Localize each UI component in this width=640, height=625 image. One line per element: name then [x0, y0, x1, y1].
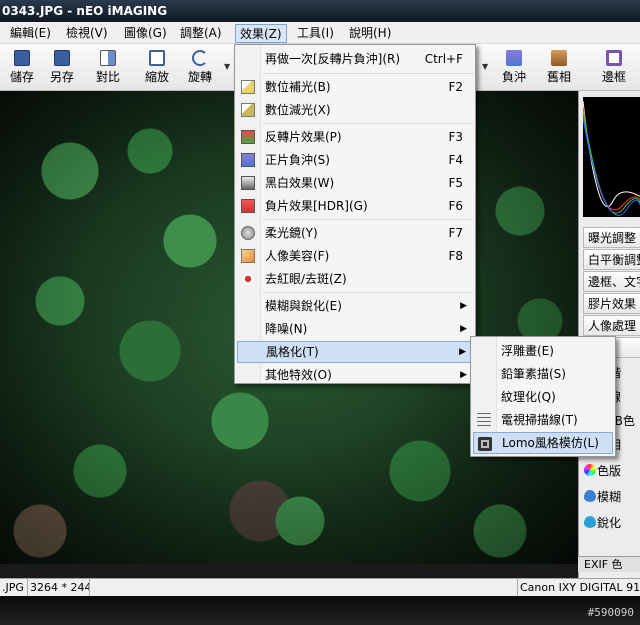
- status-bar: .JPG 3264 * 2448 Canon IXY DIGITAL 910 I…: [0, 578, 640, 596]
- panel-sharpen[interactable]: 銳化: [583, 511, 640, 535]
- menu-slide-film[interactable]: 反轉片效果(P) F3: [237, 126, 473, 148]
- menu-bar: 編輯(E) 檢視(V) 圖像(G) 調整(A) 效果(Z) 工具(I) 說明(H…: [0, 22, 640, 44]
- effects-menu: 再做一次[反轉片負沖](R) Ctrl+F 數位補光(B) F2 數位減光(X)…: [234, 44, 476, 384]
- submenu-arrow-icon: ▶: [459, 347, 466, 357]
- menu-soft-light[interactable]: 柔光鏡(Y) F7: [237, 222, 473, 244]
- rotate-button[interactable]: 旋轉: [178, 47, 222, 87]
- panel-exposure[interactable]: 曝光調整: [583, 227, 640, 248]
- menu-black-white[interactable]: 黑白效果(W) F5: [237, 172, 473, 194]
- submenu-arrow-icon: ▶: [460, 324, 467, 334]
- status-empty: [90, 579, 518, 596]
- frame-icon: [606, 50, 622, 66]
- portrait-beauty-icon: [241, 249, 255, 263]
- status-camera: Canon IXY DIGITAL 910 IS: [520, 581, 640, 594]
- menu-edit[interactable]: 編輯(E): [6, 24, 55, 43]
- save-icon: [14, 50, 30, 66]
- panel-frame-text[interactable]: 邊框、文字: [583, 271, 640, 292]
- status-filename: .JPG: [0, 579, 28, 596]
- histogram: [583, 97, 640, 217]
- rotate-dropdown-icon[interactable]: ▼: [224, 62, 232, 71]
- save-as-button[interactable]: 另存: [40, 47, 84, 87]
- menu-view[interactable]: 檢視(V): [62, 24, 112, 43]
- panel-tabs[interactable]: EXIF 色: [578, 556, 640, 572]
- menu-texturize[interactable]: 紋理化(Q): [473, 386, 613, 408]
- submenu-arrow-icon: ▶: [460, 370, 467, 380]
- submenu-arrow-icon: ▶: [460, 301, 467, 311]
- menu-help[interactable]: 說明(H): [345, 24, 395, 43]
- menu-other-effects[interactable]: 其他特效(O) ▶: [237, 364, 473, 386]
- menu-repeat-effect[interactable]: 再做一次[反轉片負沖](R) Ctrl+F: [237, 48, 473, 70]
- menu-denoise[interactable]: 降噪(N) ▶: [237, 318, 473, 340]
- menu-reduce-light[interactable]: 數位減光(X): [237, 99, 473, 121]
- right-panel: 曝光調整 白平衡調整 邊框、文字 膠片效果 人像處理 調整 色階 曲線 RGB色…: [578, 91, 640, 578]
- zoom-icon: [149, 50, 165, 66]
- old-photo-button[interactable]: 舊相: [537, 47, 581, 87]
- red-eye-icon: [241, 272, 255, 286]
- stylize-submenu: 浮雕畫(E) 鉛筆素描(S) 紋理化(Q) 電視掃描線(T) Lomo風格模仿(…: [470, 336, 616, 457]
- soft-light-icon: [241, 226, 255, 240]
- cross-process-button[interactable]: 負沖: [492, 47, 536, 87]
- fill-light-icon: [241, 80, 255, 94]
- compare-button[interactable]: 對比: [86, 47, 130, 87]
- panel-color-plate[interactable]: 色版: [583, 459, 640, 483]
- rotate-icon: [192, 50, 208, 66]
- panel-film-effects[interactable]: 膠片效果: [583, 293, 640, 314]
- slide-film-icon: [241, 130, 255, 144]
- menu-emboss[interactable]: 浮雕畫(E): [473, 340, 613, 362]
- menu-blur-sharpen[interactable]: 模糊與銳化(E) ▶: [237, 295, 473, 317]
- menu-portrait-beauty[interactable]: 人像美容(F) F8: [237, 245, 473, 267]
- scanline-icon: [477, 413, 491, 427]
- menu-fill-light[interactable]: 數位補光(B) F2: [237, 76, 473, 98]
- histogram-graph: [583, 100, 640, 216]
- frame-button[interactable]: 邊框: [592, 47, 636, 87]
- save-as-icon: [54, 50, 70, 66]
- reduce-light-icon: [241, 103, 255, 117]
- menu-tools[interactable]: 工具(I): [293, 24, 338, 43]
- menu-stylize[interactable]: 風格化(T) ▶: [237, 341, 473, 363]
- droplet-icon: [584, 516, 596, 528]
- cross-process-icon: [506, 50, 522, 66]
- old-photo-icon: [551, 50, 567, 66]
- more-dropdown-icon[interactable]: ▼: [482, 62, 490, 71]
- color-wheel-icon: [584, 464, 596, 476]
- cross-process-icon: [241, 153, 255, 167]
- black-white-icon: [241, 176, 255, 190]
- watermark: #590090: [587, 606, 634, 619]
- menu-image[interactable]: 圖像(G): [120, 24, 171, 43]
- panel-white-balance[interactable]: 白平衡調整: [583, 249, 640, 270]
- menu-red-eye[interactable]: 去紅眼/去斑(Z): [237, 268, 473, 290]
- menu-pencil-sketch[interactable]: 鉛筆素描(S): [473, 363, 613, 385]
- panel-portrait[interactable]: 人像處理: [583, 315, 640, 336]
- bottom-band: [0, 596, 640, 625]
- droplet-icon: [584, 490, 596, 502]
- menu-adjust[interactable]: 調整(A): [176, 24, 226, 43]
- menu-effects[interactable]: 效果(Z): [235, 24, 287, 43]
- window-title: 0343.JPG - nEO iMAGING: [2, 4, 168, 18]
- zoom-button[interactable]: 縮放: [135, 47, 179, 87]
- menu-tv-scanline[interactable]: 電視掃描線(T): [473, 409, 613, 431]
- camera-icon: [478, 437, 492, 451]
- panel-blur[interactable]: 模糊: [583, 485, 640, 509]
- title-bar: 0343.JPG - nEO iMAGING: [0, 0, 640, 22]
- save-button[interactable]: 儲存: [0, 47, 44, 87]
- negative-hdr-icon: [241, 199, 255, 213]
- status-dimensions: 3264 * 2448: [28, 579, 90, 596]
- menu-cross-process[interactable]: 正片負沖(S) F4: [237, 149, 473, 171]
- menu-lomo[interactable]: Lomo風格模仿(L): [473, 432, 613, 454]
- compare-icon: [100, 50, 116, 66]
- menu-negative-hdr[interactable]: 負片效果[HDR](G) F6: [237, 195, 473, 217]
